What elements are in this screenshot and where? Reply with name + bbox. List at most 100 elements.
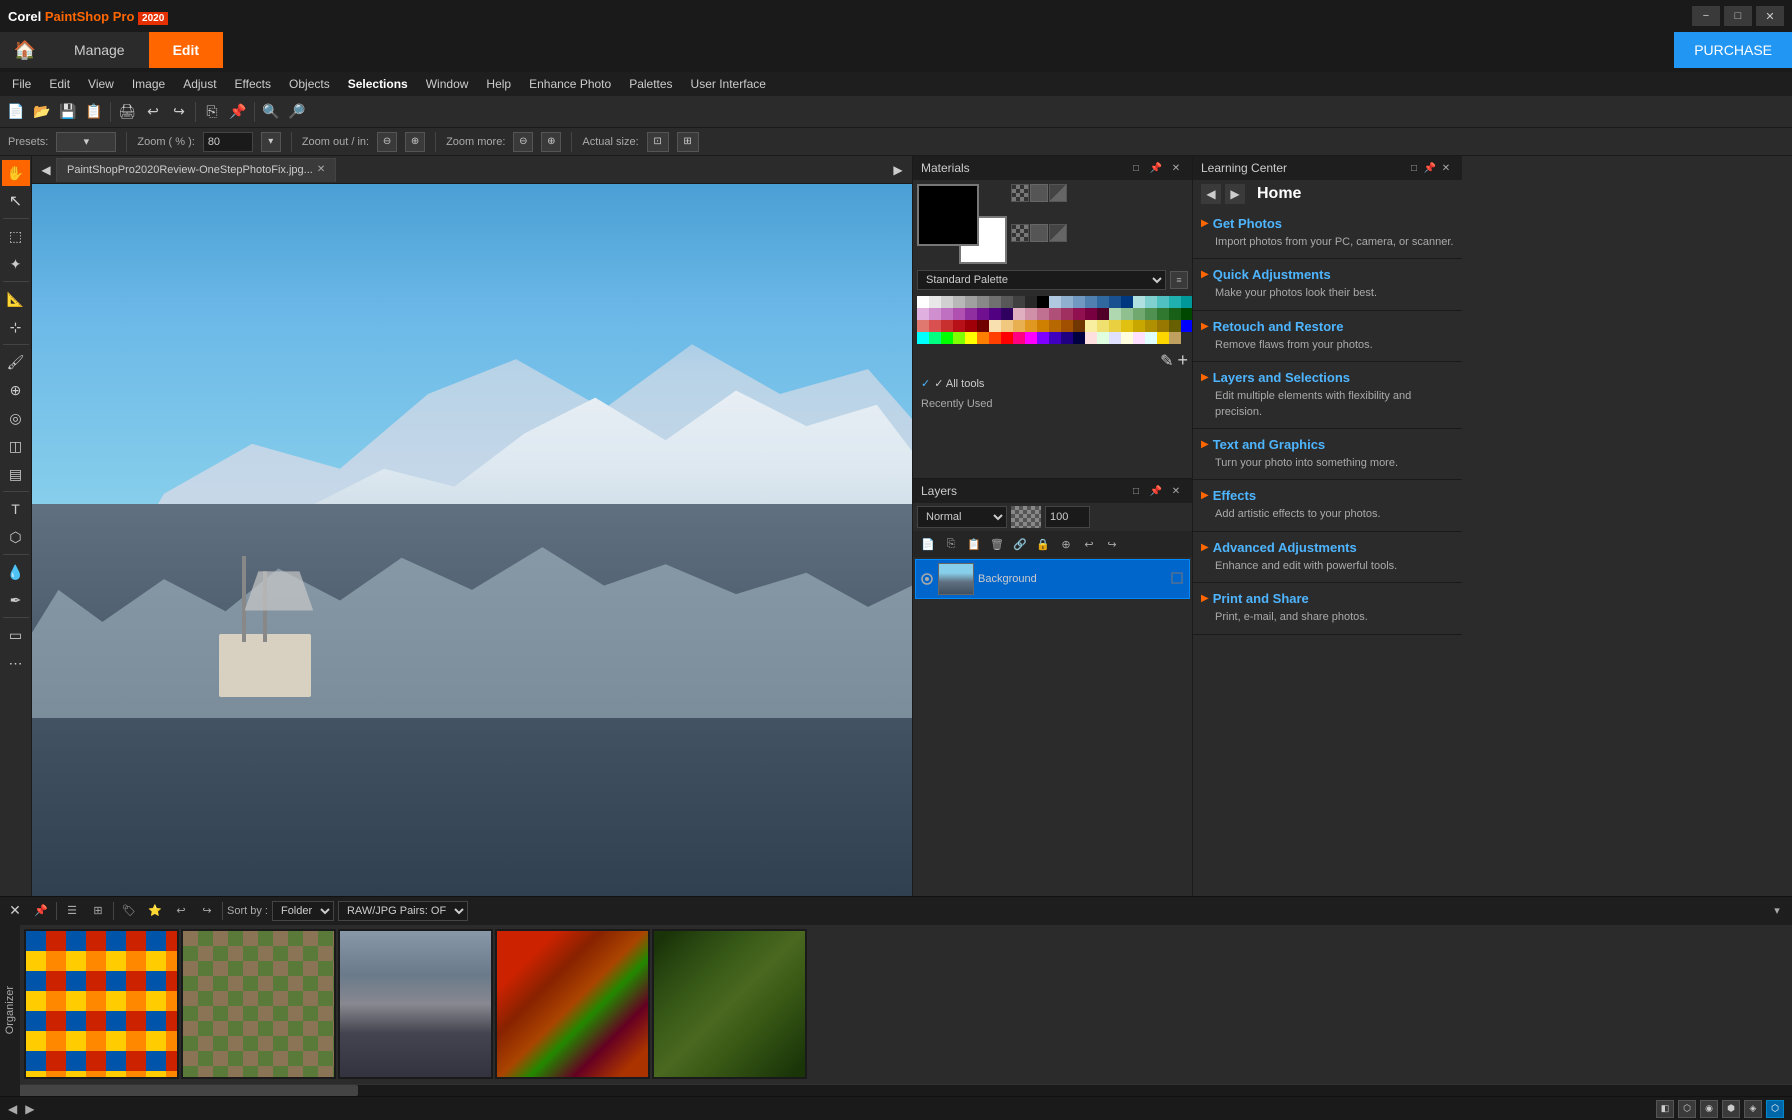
print-button[interactable]: 🖨 xyxy=(115,100,139,124)
color-cell[interactable] xyxy=(929,308,941,320)
save-button[interactable]: 💾 xyxy=(56,100,80,124)
color-cell[interactable] xyxy=(1109,320,1121,332)
minimize-button[interactable]: − xyxy=(1692,6,1720,26)
color-cell[interactable] xyxy=(917,332,929,344)
scrollbar-thumb[interactable] xyxy=(0,1085,358,1096)
color-cell[interactable] xyxy=(917,320,929,332)
org-rate-btn[interactable]: ⭐ xyxy=(144,900,166,922)
foreground-color-swatch[interactable] xyxy=(917,184,979,246)
undo-button[interactable]: ↩ xyxy=(141,100,165,124)
zoom-down-btn[interactable]: ▾ xyxy=(261,132,281,152)
redo-button[interactable]: ↪ xyxy=(167,100,191,124)
status-btn-4[interactable]: ⬢ xyxy=(1722,1100,1740,1118)
color-cell[interactable] xyxy=(1157,332,1169,344)
paste-button[interactable]: 📌 xyxy=(226,100,250,124)
materials-close-btn[interactable]: ✕ xyxy=(1168,160,1184,176)
selection-tool[interactable]: ⬚ xyxy=(2,223,30,249)
tab-close-btn[interactable]: ✕ xyxy=(317,164,325,175)
canvas-container[interactable] xyxy=(32,184,912,896)
status-btn-1[interactable]: ◧ xyxy=(1656,1100,1674,1118)
color-cell[interactable] xyxy=(1145,320,1157,332)
palette-options-btn[interactable]: ≡ xyxy=(1170,271,1188,289)
color-cell[interactable] xyxy=(1169,320,1181,332)
color-cell[interactable] xyxy=(941,332,953,344)
color-cell[interactable] xyxy=(1073,296,1085,308)
layer-lock-btn[interactable]: 🔒 xyxy=(1032,533,1054,555)
color-cell[interactable] xyxy=(1037,296,1049,308)
zoom-out-button2[interactable]: 🔎 xyxy=(285,100,309,124)
pattern-swatch-2[interactable] xyxy=(1030,184,1048,202)
color-cell[interactable] xyxy=(1121,320,1133,332)
color-cell[interactable] xyxy=(1133,296,1145,308)
lc-print-header[interactable]: ▶ Print and Share xyxy=(1201,587,1454,610)
color-cell[interactable] xyxy=(953,308,965,320)
straighten-tool[interactable]: 📐 xyxy=(2,286,30,312)
status-forward-btn[interactable]: ▶ xyxy=(25,1102,34,1116)
color-cell[interactable] xyxy=(1097,308,1109,320)
color-cell[interactable] xyxy=(1001,296,1013,308)
menu-window[interactable]: Window xyxy=(418,75,477,93)
blend-mode-dropdown[interactable]: Normal xyxy=(917,506,1007,528)
materials-restore-btn[interactable]: □ xyxy=(1128,160,1144,176)
org-view-list[interactable]: ☰ xyxy=(61,900,83,922)
color-cell[interactable] xyxy=(953,332,965,344)
zoom-more-in-btn[interactable]: ⊕ xyxy=(541,132,561,152)
pen-tool[interactable]: ✒ xyxy=(2,587,30,613)
open-button[interactable]: 📂 xyxy=(30,100,54,124)
color-cell[interactable] xyxy=(1085,296,1097,308)
palette-dropdown[interactable]: Standard Palette xyxy=(917,270,1166,290)
color-cell[interactable] xyxy=(1109,296,1121,308)
color-cell[interactable] xyxy=(1169,332,1181,344)
thumbnail-item-2[interactable] xyxy=(181,929,336,1079)
color-cell[interactable] xyxy=(1085,308,1097,320)
layer-visibility-icon[interactable] xyxy=(920,572,934,586)
color-cell[interactable] xyxy=(977,308,989,320)
color-cell[interactable] xyxy=(1073,332,1085,344)
color-cell[interactable] xyxy=(1025,296,1037,308)
color-cell[interactable] xyxy=(989,308,1001,320)
more-tools[interactable]: ⋯ xyxy=(2,650,30,676)
lc-layers-sel-header[interactable]: ▶ Layers and Selections xyxy=(1201,366,1454,389)
thumbnail-item-3[interactable] xyxy=(338,929,493,1079)
org-pin-btn[interactable]: 📌 xyxy=(30,900,52,922)
manage-nav-button[interactable]: Manage xyxy=(50,32,149,68)
color-picker-tool[interactable]: 💧 xyxy=(2,559,30,585)
color-cell[interactable] xyxy=(977,332,989,344)
color-cell[interactable] xyxy=(1001,308,1013,320)
color-cell[interactable] xyxy=(941,296,953,308)
crop-tool[interactable]: ⊹ xyxy=(2,314,30,340)
org-view-grid[interactable]: ⊞ xyxy=(87,900,109,922)
save-as-button[interactable]: 📋 xyxy=(82,100,106,124)
color-cell[interactable] xyxy=(1025,320,1037,332)
fill-tool[interactable]: ▤ xyxy=(2,461,30,487)
color-cell[interactable] xyxy=(1037,332,1049,344)
color-cell[interactable] xyxy=(941,308,953,320)
lc-quick-adj-header[interactable]: ▶ Quick Adjustments xyxy=(1201,263,1454,286)
color-cell[interactable] xyxy=(1157,320,1169,332)
color-cell[interactable] xyxy=(1145,308,1157,320)
fit-window-btn[interactable]: ⊞ xyxy=(677,132,699,152)
color-cell[interactable] xyxy=(1133,320,1145,332)
status-btn-6[interactable]: ⬡ xyxy=(1766,1100,1784,1118)
tab-next[interactable]: ▶ xyxy=(888,158,908,182)
presets-dropdown[interactable]: ▾ xyxy=(56,132,116,152)
clone-tool[interactable]: ⊕ xyxy=(2,377,30,403)
color-cell[interactable] xyxy=(941,320,953,332)
status-btn-5[interactable]: ◈ xyxy=(1744,1100,1762,1118)
thumbnail-item-4[interactable] xyxy=(495,929,650,1079)
color-cell[interactable] xyxy=(989,320,1001,332)
color-cell[interactable] xyxy=(1073,320,1085,332)
color-cell[interactable] xyxy=(917,296,929,308)
color-cell[interactable] xyxy=(1109,308,1121,320)
lc-effects-header[interactable]: ▶ Effects xyxy=(1201,484,1454,507)
color-cell[interactable] xyxy=(1145,296,1157,308)
maximize-button[interactable]: □ xyxy=(1724,6,1752,26)
color-cell[interactable] xyxy=(1049,320,1061,332)
layer-undo-btn[interactable]: ↩ xyxy=(1078,533,1100,555)
status-btn-2[interactable]: ⬡ xyxy=(1678,1100,1696,1118)
all-tools-row[interactable]: ✓ ✓ All tools xyxy=(913,373,1192,394)
pattern-swatch-3[interactable] xyxy=(1049,184,1067,202)
color-cell[interactable] xyxy=(1133,308,1145,320)
copy-button[interactable]: ⎘ xyxy=(200,100,224,124)
color-cell[interactable] xyxy=(1169,296,1181,308)
